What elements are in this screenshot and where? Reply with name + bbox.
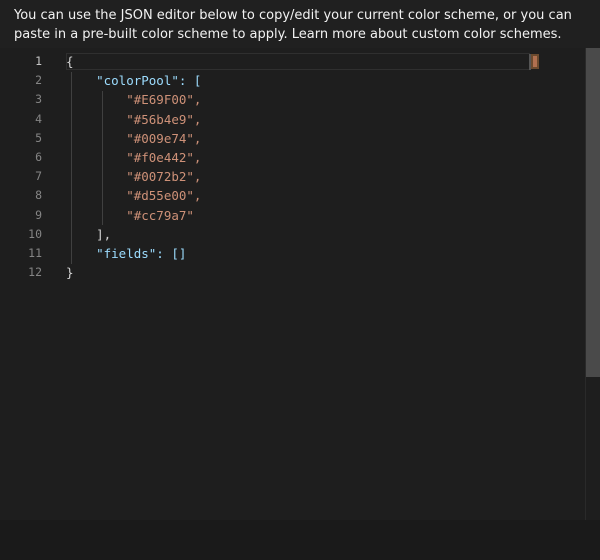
line-number: 8 <box>35 188 42 203</box>
line-number-gutter: 1 2 3 4 5 6 7 8 9 10 11 12 <box>0 53 42 283</box>
code-line[interactable]: "#d55e00", <box>66 187 201 206</box>
instructions-text: You can use the JSON editor below to cop… <box>14 7 588 44</box>
learn-more-link[interactable]: Learn more about custom color schemes. <box>292 27 562 42</box>
line-number: 7 <box>35 169 42 184</box>
code-line[interactable]: "colorPool": [ <box>66 72 201 91</box>
line-number: 11 <box>28 245 42 260</box>
line-number: 10 <box>28 226 42 241</box>
line-number: 4 <box>35 111 42 126</box>
line-number: 1 <box>35 54 42 68</box>
scrollbar-thumb[interactable] <box>586 48 600 377</box>
code-line[interactable]: } <box>66 264 201 283</box>
line-number: 3 <box>35 92 42 107</box>
code-area[interactable]: { "colorPool": [ "#E69F00", "#56b4e9", "… <box>66 53 201 283</box>
code-line[interactable]: "#f0e442", <box>66 149 201 168</box>
vertical-scrollbar[interactable] <box>585 48 600 520</box>
line-number: 2 <box>35 73 42 88</box>
json-editor[interactable]: 1 2 3 4 5 6 7 8 9 10 11 12 { "colorPool"… <box>0 48 600 520</box>
code-line[interactable]: "#0072b2", <box>66 168 201 187</box>
code-line[interactable]: ], <box>66 226 201 245</box>
code-line[interactable]: "#E69F00", <box>66 91 201 110</box>
line-number: 5 <box>35 130 42 145</box>
code-line[interactable]: "#56b4e9", <box>66 111 201 130</box>
minimap-slider-icon[interactable] <box>528 54 542 70</box>
code-line[interactable]: "#cc79a7" <box>66 207 201 226</box>
code-line[interactable]: "#009e74", <box>66 130 201 149</box>
code-line[interactable]: "fields": [] <box>66 245 201 264</box>
line-number: 9 <box>35 207 42 222</box>
footer-bar <box>0 520 600 560</box>
line-number: 6 <box>35 149 42 164</box>
line-number: 12 <box>28 265 42 280</box>
code-line[interactable]: { <box>66 53 201 72</box>
